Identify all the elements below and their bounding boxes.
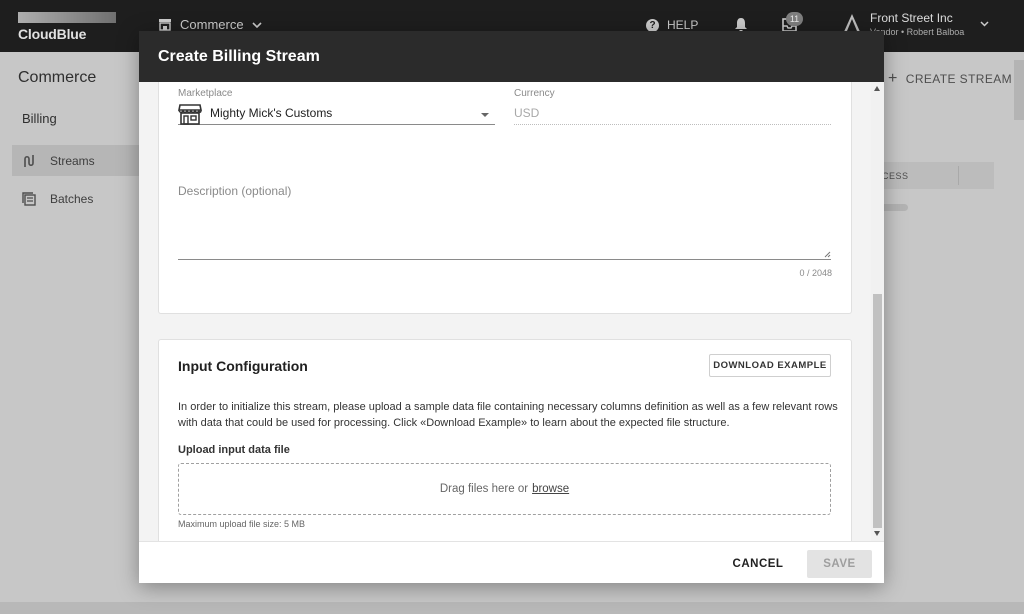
description-char-counter: 0 / 2048 xyxy=(799,268,832,278)
file-dropzone[interactable]: Drag files here or browse xyxy=(178,463,831,515)
marketplace-value: Mighty Mick's Customs xyxy=(210,106,333,120)
dropdown-caret-icon xyxy=(481,113,489,117)
scrollbar-thumb[interactable] xyxy=(873,294,882,528)
input-configuration-description: In order to initialize this stream, plea… xyxy=(178,401,838,429)
marketplace-select[interactable]: Mighty Mick's Customs xyxy=(178,104,495,125)
cancel-button[interactable]: CANCEL xyxy=(725,550,791,578)
dialog-title: Create Billing Stream xyxy=(158,48,320,65)
download-example-button[interactable]: DOWNLOAD EXAMPLE xyxy=(709,354,831,377)
description-textarea[interactable]: Description (optional) xyxy=(178,184,831,260)
upload-label: Upload input data file xyxy=(178,444,290,456)
scroll-up-arrow-icon[interactable] xyxy=(874,86,880,91)
save-button[interactable]: SAVE xyxy=(807,550,872,578)
currency-label: Currency xyxy=(514,88,555,99)
max-upload-size-hint: Maximum upload file size: 5 MB xyxy=(178,519,306,529)
marketplace-store-icon xyxy=(178,104,202,125)
general-settings-card: Marketplace Mighty Mick's Customs Curren… xyxy=(158,82,852,314)
browse-link[interactable]: browse xyxy=(532,483,569,495)
input-configuration-card: Input Configuration DOWNLOAD EXAMPLE In … xyxy=(158,339,852,541)
currency-value: USD xyxy=(514,106,540,120)
currency-field: USD xyxy=(514,106,831,125)
description-label: Description (optional) xyxy=(178,184,292,198)
dialog-header: Create Billing Stream xyxy=(139,31,884,82)
dropzone-text: Drag files here or xyxy=(439,483,529,495)
dialog-scrollbar[interactable] xyxy=(871,82,884,541)
resize-handle-icon[interactable] xyxy=(824,251,831,258)
dialog-body: Marketplace Mighty Mick's Customs Curren… xyxy=(139,82,884,541)
marketplace-label: Marketplace xyxy=(178,88,233,99)
scroll-down-arrow-icon[interactable] xyxy=(874,531,880,536)
dialog-footer: CANCEL SAVE xyxy=(139,541,884,583)
input-configuration-title: Input Configuration xyxy=(178,358,308,374)
create-billing-stream-dialog: Create Billing Stream Marketplace Mighty… xyxy=(139,31,884,583)
